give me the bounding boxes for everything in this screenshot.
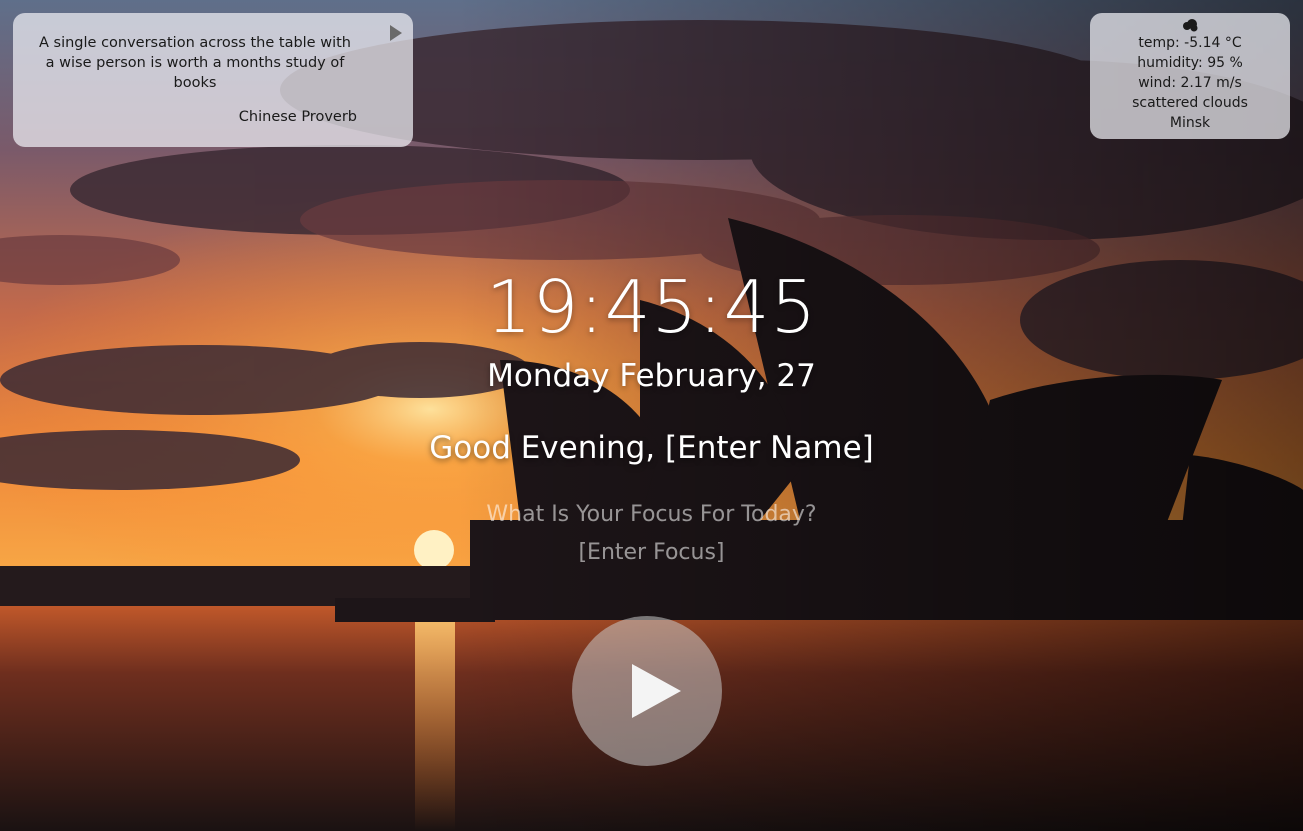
quote-widget: A single conversation across the table w…	[13, 13, 413, 147]
weather-humidity: humidity: 95 %	[1137, 55, 1243, 71]
name-input[interactable]: [Enter Name]	[665, 430, 874, 466]
greeting-prefix: Good Evening,	[429, 430, 666, 466]
weather-temp: temp: -5.14 °C	[1138, 35, 1242, 51]
weather-city[interactable]: Minsk	[1090, 113, 1290, 133]
focus-input-row: [Enter Focus]	[0, 538, 1303, 568]
focus-question: What Is Your Focus For Today?	[486, 502, 817, 527]
weather-wind: wind: 2.17 m/s	[1138, 75, 1242, 91]
weather-description: scattered clouds	[1132, 95, 1248, 111]
play-triangle-icon[interactable]	[389, 24, 403, 42]
greeting: Good Evening, [Enter Name]	[0, 428, 1303, 468]
weather-widget: temp: -5.14 °C humidity: 95 % wind: 2.17…	[1090, 13, 1290, 139]
quote-author: Chinese Proverb	[238, 109, 357, 125]
play-icon	[632, 664, 681, 718]
play-button[interactable]	[572, 616, 722, 766]
quote-text: A single conversation across the table w…	[39, 35, 351, 91]
focus-input[interactable]: [Enter Focus]	[578, 540, 724, 565]
clock-date: Monday February, 27	[487, 358, 816, 394]
clock-time: 19:45:45	[485, 265, 818, 349]
scattered-clouds-icon	[1183, 19, 1198, 32]
